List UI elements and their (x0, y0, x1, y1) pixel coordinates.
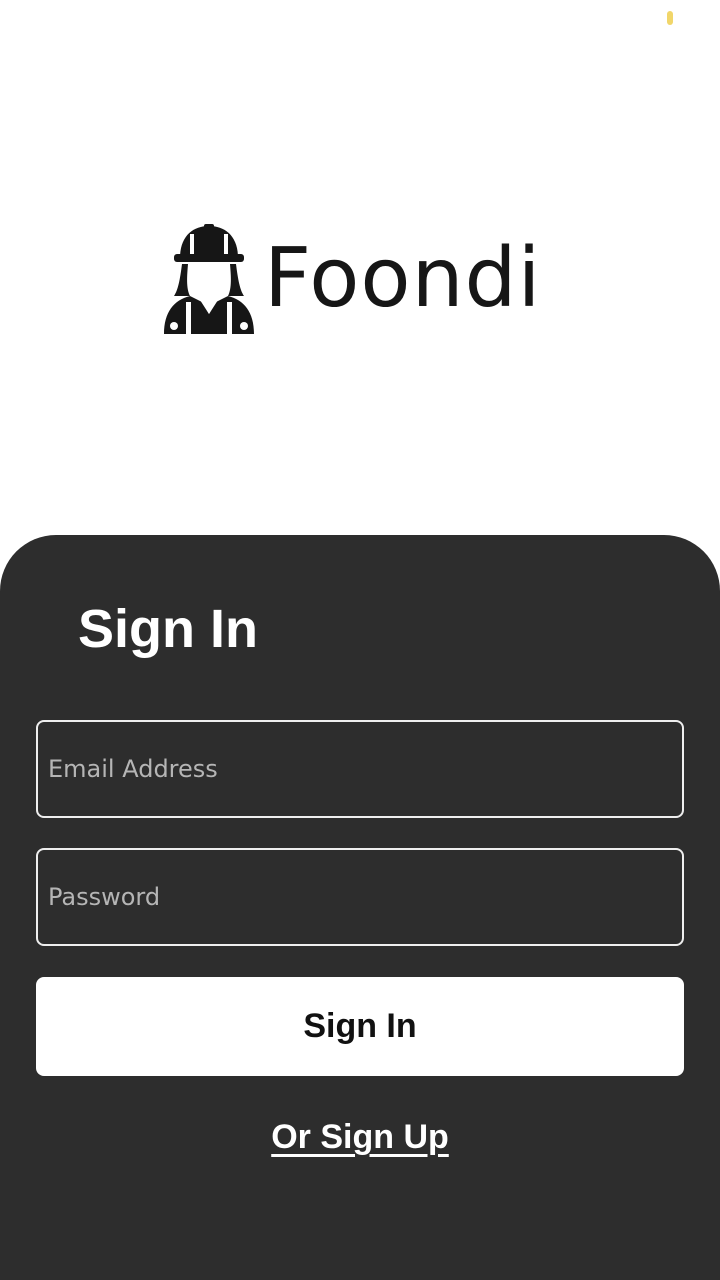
brand-logo: Foondi (160, 220, 560, 340)
status-indicator-dot (667, 11, 673, 25)
sign-up-link[interactable]: Or Sign Up (271, 1118, 449, 1156)
sign-in-screen: Foondi Sign In Sign In Or Sign Up (0, 0, 720, 1280)
sign-in-button[interactable]: Sign In (36, 977, 684, 1076)
sign-up-link-container: Or Sign Up (0, 1112, 720, 1162)
password-field[interactable] (36, 848, 684, 946)
worker-helmet-icon (164, 224, 254, 334)
page-title: Sign In (78, 599, 258, 659)
brand-name: Foondi (264, 231, 542, 326)
email-field[interactable] (36, 720, 684, 818)
